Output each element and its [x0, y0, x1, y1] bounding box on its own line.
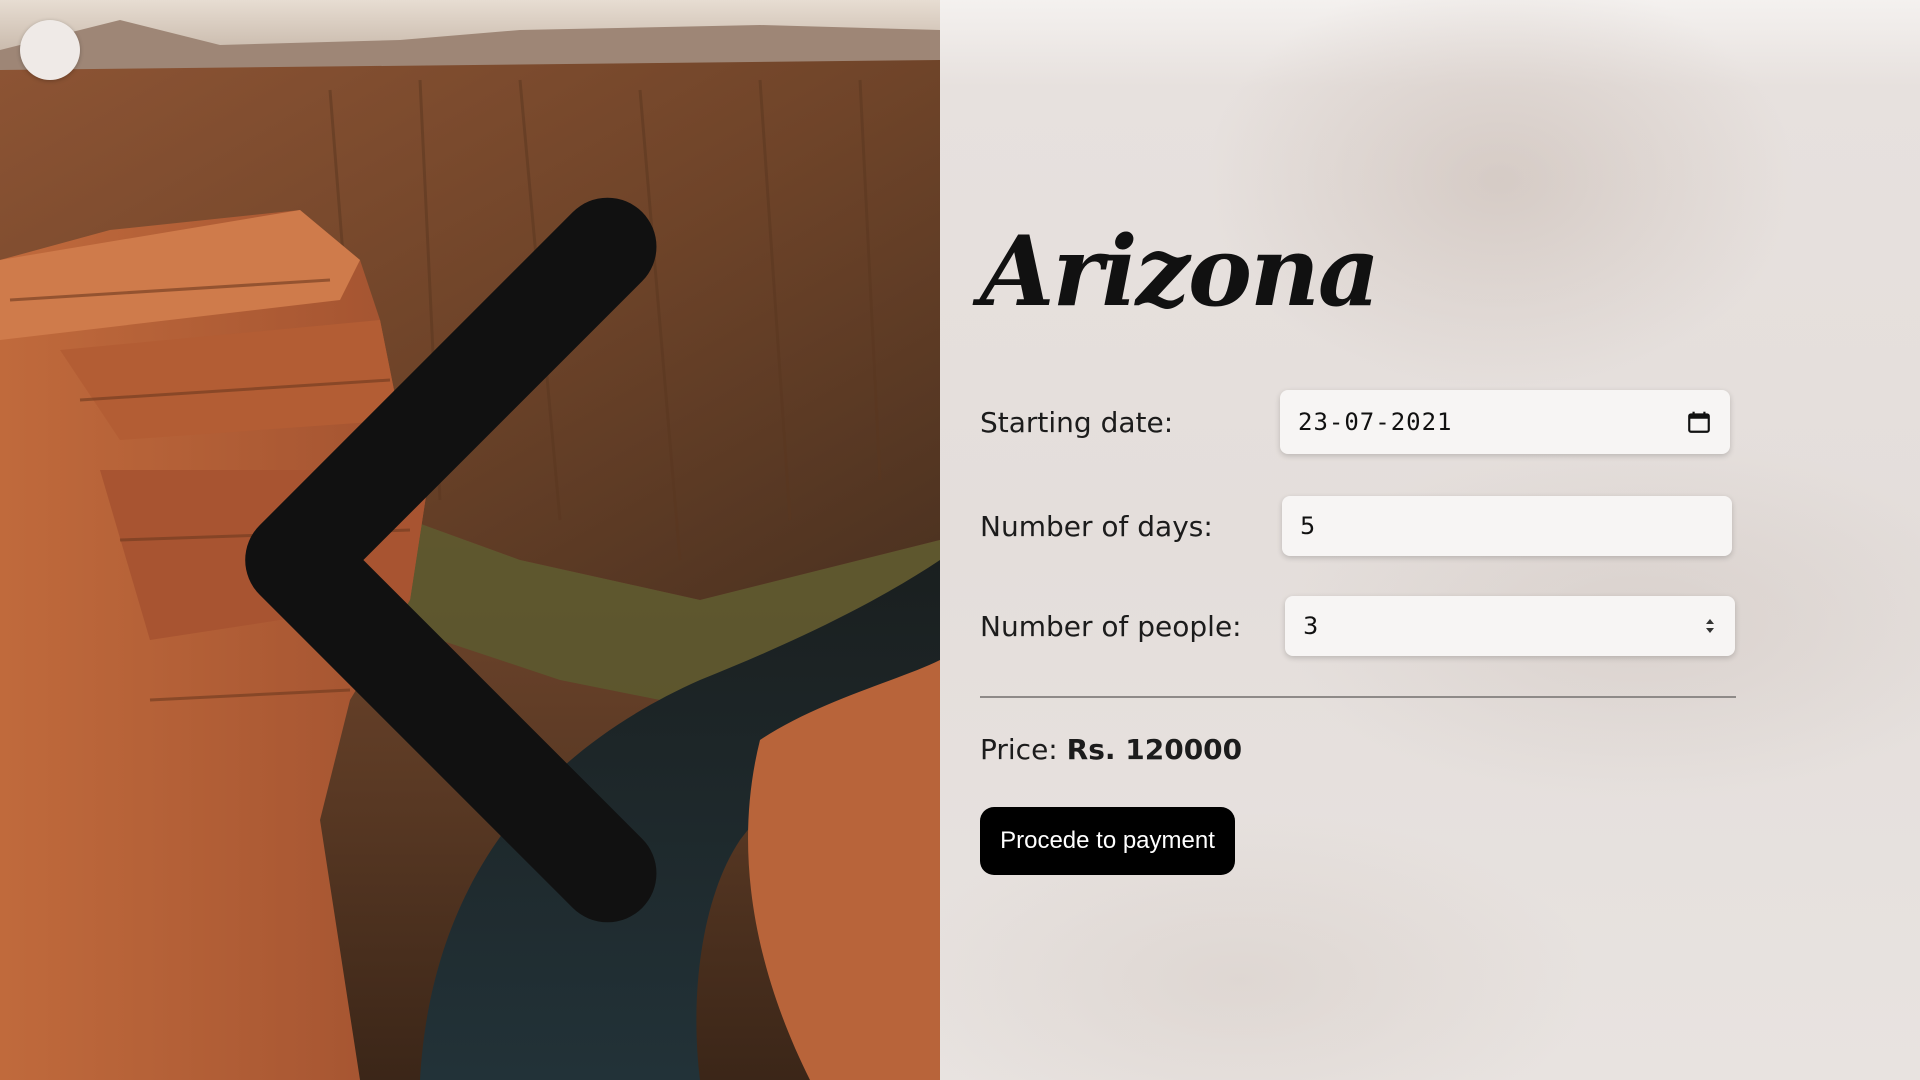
- price-text: Price: Rs. 120000: [980, 733, 1242, 766]
- days-row: Number of days: 5: [980, 496, 1732, 556]
- days-input[interactable]: 5: [1282, 496, 1732, 556]
- hero-image: [0, 0, 940, 1080]
- destination-title: Arizona: [980, 215, 1380, 328]
- starting-date-label: Starting date:: [980, 405, 1174, 439]
- chevron-left-icon: [245, 197, 657, 923]
- people-input[interactable]: 3: [1285, 596, 1735, 656]
- people-value: 3: [1303, 612, 1319, 640]
- proceed-to-payment-button[interactable]: Procede to payment: [980, 807, 1235, 875]
- booking-panel: Arizona Starting date: 23-07-2021 Number…: [940, 0, 1920, 1080]
- days-label: Number of days:: [980, 509, 1213, 543]
- price-value: Rs. 120000: [1066, 733, 1243, 766]
- people-label: Number of people:: [980, 609, 1242, 643]
- back-button[interactable]: [20, 20, 657, 923]
- starting-date-row: Starting date: 23-07-2021: [980, 390, 1730, 454]
- price-label: Price:: [980, 733, 1067, 766]
- starting-date-input[interactable]: 23-07-2021: [1280, 390, 1730, 454]
- days-value: 5: [1300, 512, 1316, 540]
- calendar-icon[interactable]: [1686, 409, 1712, 435]
- stepper-icon[interactable]: [1703, 615, 1717, 637]
- divider: [980, 696, 1736, 698]
- people-row: Number of people: 3: [980, 596, 1735, 656]
- starting-date-value: 23-07-2021: [1298, 408, 1453, 436]
